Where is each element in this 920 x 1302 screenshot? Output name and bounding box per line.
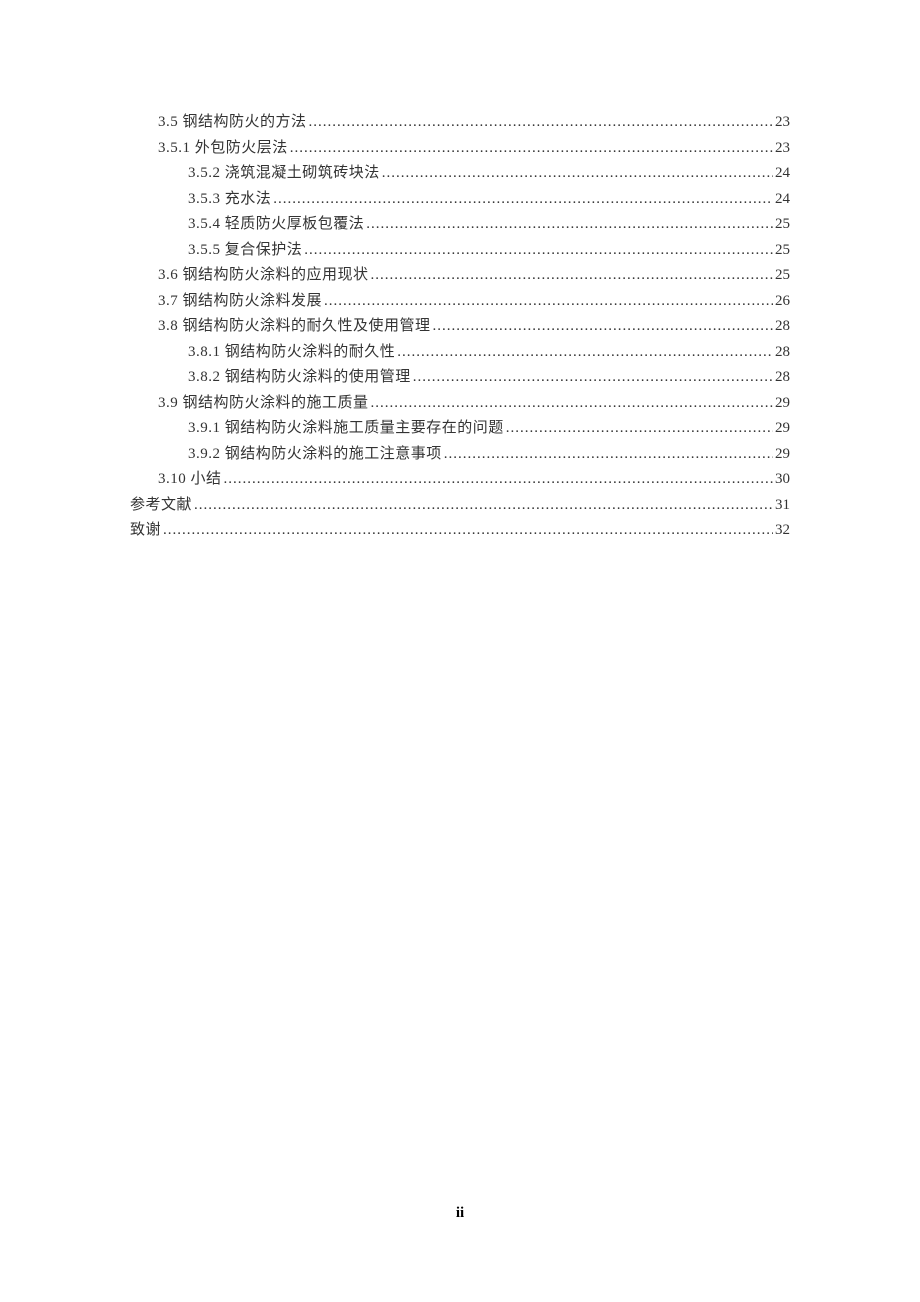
toc-label: 3.10 小结	[158, 467, 222, 493]
toc-entry: 3.9.2 钢结构防火涂料的施工注意事项 29	[130, 442, 790, 468]
toc-dots	[324, 289, 773, 315]
toc-page: 28	[775, 340, 790, 366]
toc-entry: 3.5.2 浇筑混凝土砌筑砖块法 24	[130, 161, 790, 187]
toc-label: 3.7 钢结构防火涂料发展	[158, 289, 322, 315]
toc-dots	[444, 442, 773, 468]
toc-dots	[194, 493, 773, 519]
toc-entry: 3.7 钢结构防火涂料发展 26	[130, 289, 790, 315]
toc-dots	[382, 161, 773, 187]
toc-dots	[371, 391, 773, 417]
toc-dots	[273, 187, 773, 213]
toc-entry: 3.8.2 钢结构防火涂料的使用管理 28	[130, 365, 790, 391]
toc-page: 24	[775, 161, 790, 187]
toc-label: 3.9.2 钢结构防火涂料的施工注意事项	[188, 442, 442, 468]
toc-label: 参考文献	[130, 493, 192, 519]
toc-page: 28	[775, 365, 790, 391]
toc-label: 3.8.1 钢结构防火涂料的耐久性	[188, 340, 395, 366]
toc-dots	[506, 416, 773, 442]
toc-entry: 3.5 钢结构防火的方法 23	[130, 110, 790, 136]
toc-entry: 参考文献 31	[130, 493, 790, 519]
toc-page: 32	[775, 518, 790, 544]
toc-page: 29	[775, 416, 790, 442]
toc-dots	[224, 467, 773, 493]
toc-label: 3.5.1 外包防火层法	[158, 136, 288, 162]
toc-label: 3.9 钢结构防火涂料的施工质量	[158, 391, 369, 417]
toc-label: 致谢	[130, 518, 161, 544]
toc-entry: 3.6 钢结构防火涂料的应用现状 25	[130, 263, 790, 289]
toc-entry: 3.10 小结 30	[130, 467, 790, 493]
toc-page: 30	[775, 467, 790, 493]
toc-entry: 致谢 32	[130, 518, 790, 544]
toc-entry: 3.8 钢结构防火涂料的耐久性及使用管理 28	[130, 314, 790, 340]
toc-page: 29	[775, 391, 790, 417]
toc-entry: 3.5.3 充水法 24	[130, 187, 790, 213]
toc-label: 3.9.1 钢结构防火涂料施工质量主要存在的问题	[188, 416, 504, 442]
toc-page: 25	[775, 238, 790, 264]
toc-page: 24	[775, 187, 790, 213]
toc-page: 26	[775, 289, 790, 315]
toc-label: 3.5.3 充水法	[188, 187, 271, 213]
toc-dots	[413, 365, 773, 391]
toc-label: 3.5.2 浇筑混凝土砌筑砖块法	[188, 161, 380, 187]
toc-page: 23	[775, 136, 790, 162]
toc-entry: 3.5.5 复合保护法 25	[130, 238, 790, 264]
toc-dots	[371, 263, 773, 289]
toc-entry: 3.8.1 钢结构防火涂料的耐久性 28	[130, 340, 790, 366]
toc-dots	[290, 136, 773, 162]
toc-dots	[309, 110, 773, 136]
toc-dots	[163, 518, 773, 544]
toc-label: 3.8 钢结构防火涂料的耐久性及使用管理	[158, 314, 431, 340]
page-number: ii	[0, 1205, 920, 1222]
toc-page: 23	[775, 110, 790, 136]
toc-entry: 3.9.1 钢结构防火涂料施工质量主要存在的问题 29	[130, 416, 790, 442]
toc-entry: 3.5.1 外包防火层法 23	[130, 136, 790, 162]
toc-page: 31	[775, 493, 790, 519]
toc-label: 3.5.4 轻质防火厚板包覆法	[188, 212, 364, 238]
toc-container: 3.5 钢结构防火的方法 23 3.5.1 外包防火层法 23 3.5.2 浇筑…	[0, 0, 920, 544]
toc-entry: 3.5.4 轻质防火厚板包覆法 25	[130, 212, 790, 238]
toc-dots	[397, 340, 773, 366]
toc-page: 25	[775, 212, 790, 238]
toc-entry: 3.9 钢结构防火涂料的施工质量 29	[130, 391, 790, 417]
toc-page: 25	[775, 263, 790, 289]
toc-page: 28	[775, 314, 790, 340]
toc-label: 3.6 钢结构防火涂料的应用现状	[158, 263, 369, 289]
toc-label: 3.5 钢结构防火的方法	[158, 110, 307, 136]
toc-page: 29	[775, 442, 790, 468]
toc-dots	[304, 238, 773, 264]
toc-dots	[433, 314, 773, 340]
toc-dots	[366, 212, 773, 238]
toc-label: 3.5.5 复合保护法	[188, 238, 302, 264]
toc-label: 3.8.2 钢结构防火涂料的使用管理	[188, 365, 411, 391]
